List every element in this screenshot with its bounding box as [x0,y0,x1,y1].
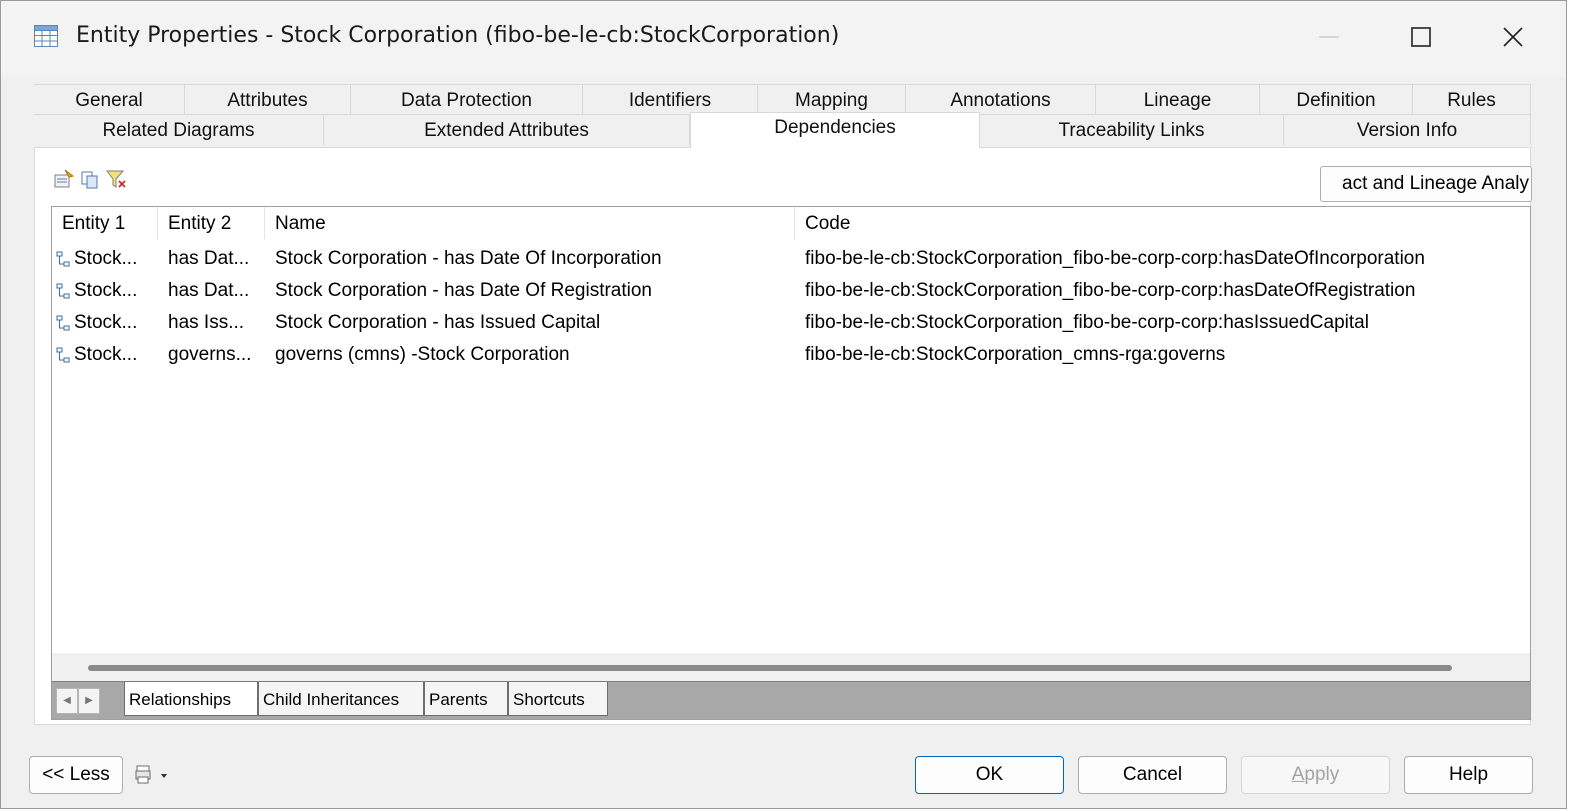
apply-label: pply [1304,764,1340,785]
cell-name: Stock Corporation - has Date Of Registra… [275,280,653,301]
minimize-button[interactable] [1307,19,1353,55]
apply-button[interactable]: Apply [1241,756,1390,794]
help-button[interactable]: Help [1404,756,1533,794]
cell-entity2: has Dat... [168,248,250,269]
tab-dependencies[interactable]: Dependencies [690,112,980,148]
less-button[interactable]: << Less [29,756,123,794]
close-icon [1503,27,1523,47]
ok-button[interactable]: OK [915,756,1064,794]
subtab-parents[interactable]: Parents [424,682,508,716]
filter-icon[interactable] [105,168,127,190]
cell-entity1: Stock... [74,344,138,365]
tab-mapping[interactable]: Mapping [758,84,906,115]
subtab-child-inheritances[interactable]: Child Inheritances [258,682,424,716]
cell-code: fibo-be-le-cb:StockCorporation_cmns-rga:… [805,344,1226,365]
cell-entity1: Stock... [74,248,138,269]
tab-row-top: General Attributes Data Protection Ident… [34,84,1531,115]
subtab-scroll-left-button[interactable]: ◀ [56,688,78,714]
column-header-entity1[interactable]: Entity 1 [52,207,158,239]
tab-definition[interactable]: Definition [1260,84,1413,115]
button-bar: << Less OK Cancel Apply Help [1,731,1566,808]
table-row[interactable]: Stock... has Dat... Stock Corporation - … [52,243,1530,275]
tab-extended-attributes[interactable]: Extended Attributes [324,114,690,145]
minimize-icon [1319,36,1339,38]
table-icon [34,25,58,47]
table-row[interactable]: Stock... has Dat... Stock Corporation - … [52,275,1530,307]
cancel-button[interactable]: Cancel [1078,756,1227,794]
subtab-shortcuts[interactable]: Shortcuts [508,682,608,716]
table-row[interactable]: Stock... has Iss... Stock Corporation - … [52,307,1530,339]
cell-code: fibo-be-le-cb:StockCorporation_fibo-be-c… [805,280,1416,301]
title-bar: Entity Properties - Stock Corporation (f… [1,1,1566,77]
entity-properties-dialog: Entity Properties - Stock Corporation (f… [0,0,1567,809]
apply-mnemonic: A [1291,764,1305,785]
chevron-right-icon: ▶ [85,695,93,706]
table-row[interactable]: Stock... governs... governs (cmns) -Stoc… [52,339,1530,371]
cell-name: Stock Corporation - has Issued Capital [275,312,601,333]
window-title: Entity Properties - Stock Corporation (f… [76,23,840,48]
subtab-scroll-right-button[interactable]: ▶ [78,688,100,714]
subtab-strip: ◀ ▶ Relationships Child Inheritances Par… [52,681,1530,719]
dependencies-panel: act and Lineage Analy Entity 1 Entity 2 … [34,147,1532,725]
tab-annotations[interactable]: Annotations [906,84,1096,115]
maximize-button[interactable] [1399,19,1445,55]
maximize-icon [1411,27,1431,47]
tab-related-diagrams[interactable]: Related Diagrams [34,114,324,145]
tab-traceability-links[interactable]: Traceability Links [980,114,1284,145]
impact-lineage-analysis-label: act and Lineage Analy [1342,173,1529,194]
tab-general[interactable]: General [34,84,185,115]
column-header-code[interactable]: Code [795,207,1530,239]
copy-icon[interactable] [79,168,101,190]
cell-code: fibo-be-le-cb:StockCorporation_fibo-be-c… [805,248,1425,269]
tab-lineage[interactable]: Lineage [1096,84,1260,115]
tab-rules[interactable]: Rules [1413,84,1531,115]
column-header-name[interactable]: Name [265,207,795,239]
tab-data-protection[interactable]: Data Protection [351,84,583,115]
subtab-relationships[interactable]: Relationships [124,682,258,716]
tab-identifiers[interactable]: Identifiers [583,84,758,115]
close-button[interactable] [1491,19,1537,55]
cell-entity2: has Iss... [168,312,245,333]
cell-entity2: governs... [168,344,252,365]
column-header-entity2[interactable]: Entity 2 [158,207,265,239]
properties-icon[interactable] [53,168,75,190]
cell-code: fibo-be-le-cb:StockCorporation_fibo-be-c… [805,312,1369,333]
cell-name: Stock Corporation - has Date Of Incorpor… [275,248,662,269]
list-header: Entity 1 Entity 2 Name Code [52,207,1530,239]
scrollbar-thumb[interactable] [88,665,1452,671]
impact-lineage-analysis-button[interactable]: act and Lineage Analy [1320,166,1532,202]
print-menu-icon[interactable] [135,764,173,786]
cell-name: governs (cmns) -Stock Corporation [275,344,570,365]
cell-entity1: Stock... [74,312,138,333]
horizontal-scrollbar[interactable] [52,653,1530,681]
chevron-left-icon: ◀ [63,695,71,706]
tab-version-info[interactable]: Version Info [1284,114,1531,145]
cell-entity1: Stock... [74,280,138,301]
dependencies-list[interactable]: Entity 1 Entity 2 Name Code Stock... has… [51,206,1531,720]
tab-row-bottom: Related Diagrams Extended Attributes Dep… [34,112,1531,148]
tab-attributes[interactable]: Attributes [185,84,351,115]
cell-entity2: has Dat... [168,280,250,301]
